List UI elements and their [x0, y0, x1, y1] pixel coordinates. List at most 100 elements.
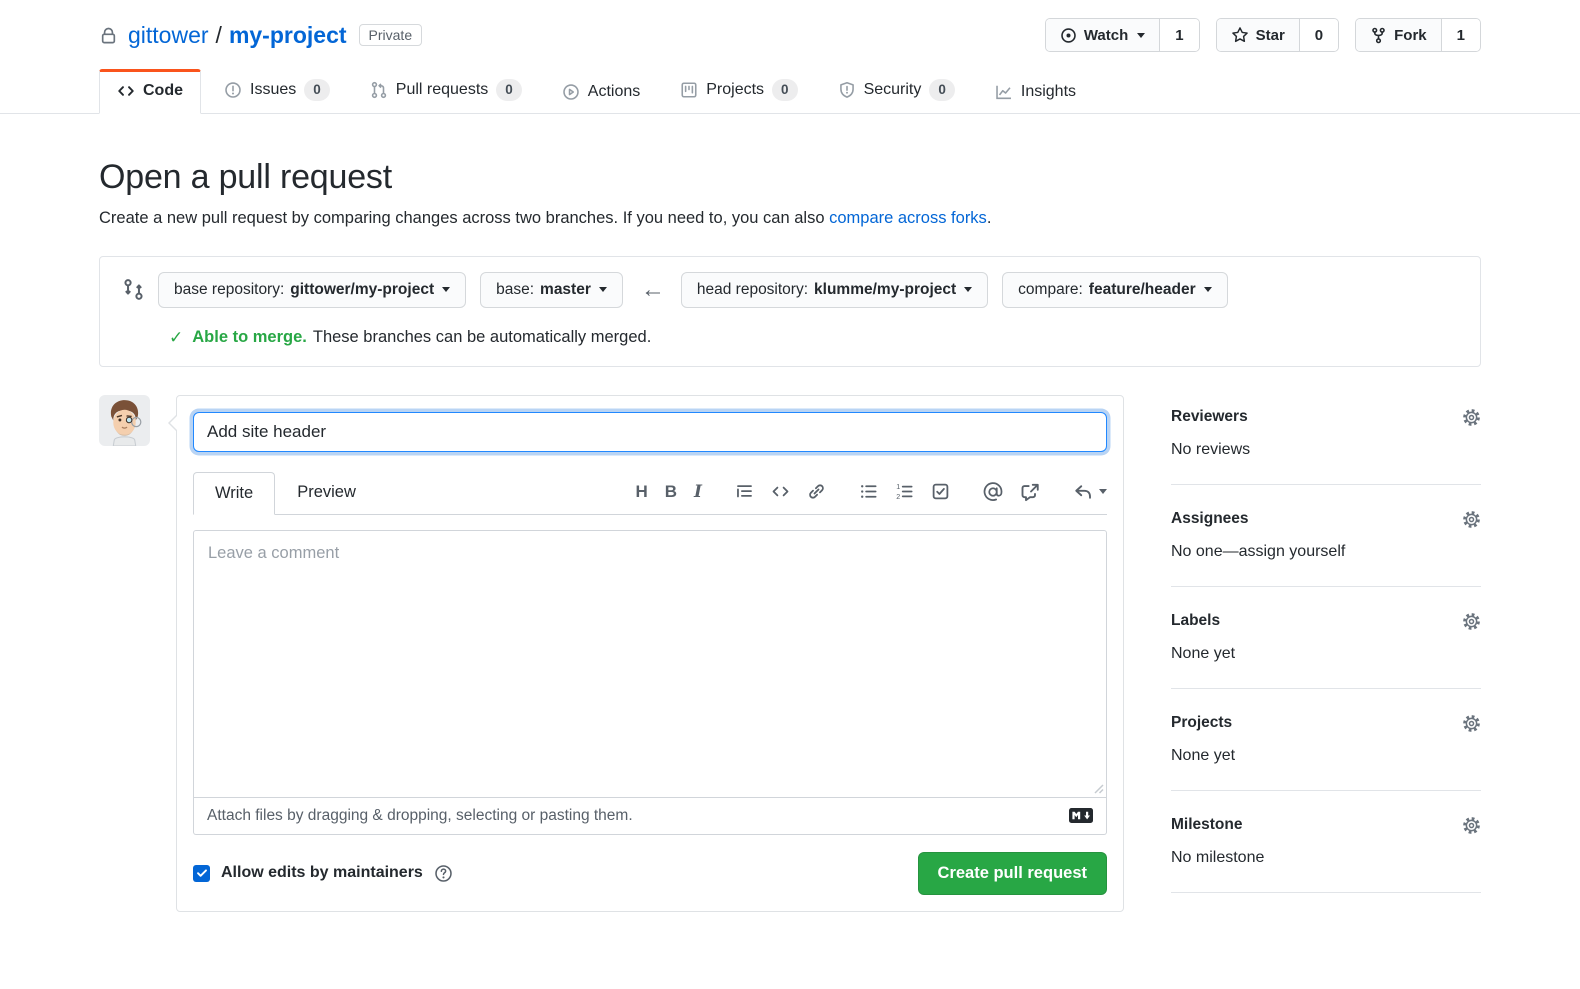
bold-icon[interactable]: B [665, 482, 677, 502]
create-pull-request-button[interactable]: Create pull request [918, 852, 1107, 895]
gear-icon[interactable] [1462, 816, 1481, 835]
link-icon[interactable] [807, 482, 826, 501]
reviewers-value: No reviews [1171, 441, 1481, 459]
new-pr-form: Write Preview H B I [99, 395, 1124, 912]
sidebar-section-labels: Labels None yet [1171, 587, 1481, 689]
heading-icon[interactable]: H [635, 482, 647, 502]
pull-request-icon [370, 81, 388, 99]
italic-icon[interactable]: I [694, 482, 702, 502]
star-count[interactable]: 0 [1299, 19, 1338, 51]
compare-across-forks-link[interactable]: compare across forks [829, 209, 987, 227]
caret-down-icon [1099, 489, 1107, 494]
head-repository-select[interactable]: head repository: klumme/my-project [681, 272, 988, 308]
base-repository-label: base repository: [174, 281, 284, 299]
tab-write[interactable]: Write [193, 472, 275, 515]
tab-label: Actions [588, 83, 640, 101]
page-description: Create a new pull request by comparing c… [99, 209, 1481, 228]
sidebar-section-milestone: Milestone No milestone [1171, 791, 1481, 893]
tab-pull-requests[interactable]: Pull requests 0 [353, 66, 539, 114]
labels-title: Labels [1171, 612, 1220, 630]
comment-editor [193, 530, 1107, 798]
compare-branch-label: compare: [1018, 281, 1083, 299]
tab-code[interactable]: Code [99, 69, 201, 114]
head-repository-value: klumme/my-project [814, 281, 956, 299]
fork-group: Fork 1 [1355, 18, 1481, 52]
gear-icon[interactable] [1462, 408, 1481, 427]
code-icon [117, 82, 135, 100]
issues-counter: 0 [304, 79, 330, 101]
tab-issues[interactable]: Issues 0 [207, 66, 347, 114]
repo-name-link[interactable]: my-project [229, 22, 347, 49]
ordered-list-icon[interactable]: 12 [895, 482, 914, 501]
tab-label: Projects [706, 81, 764, 99]
tab-projects[interactable]: Projects 0 [663, 66, 814, 114]
eye-icon [1060, 27, 1077, 44]
mention-icon[interactable] [983, 482, 1003, 502]
cross-reference-icon[interactable] [1020, 482, 1040, 502]
sidebar-section-projects: Projects None yet [1171, 689, 1481, 791]
reply-icon[interactable] [1073, 482, 1107, 502]
allow-edits-row: Allow edits by maintainers [193, 864, 453, 883]
comment-textarea[interactable] [193, 530, 1107, 798]
project-board-icon [680, 81, 698, 99]
base-branch-label: base: [496, 281, 534, 299]
milestone-value: No milestone [1171, 849, 1481, 867]
fork-button[interactable]: Fork [1356, 19, 1441, 51]
repo-actions: Watch 1 Star 0 [1045, 18, 1481, 52]
head-repository-label: head repository: [697, 281, 808, 299]
tab-preview[interactable]: Preview [275, 471, 378, 514]
compare-branch-select[interactable]: compare: feature/header [1002, 272, 1227, 308]
lock-icon [99, 26, 118, 45]
projects-title: Projects [1171, 714, 1232, 732]
play-circle-icon [562, 83, 580, 101]
fork-label: Fork [1394, 27, 1427, 44]
caret-down-icon [964, 287, 972, 292]
fork-count[interactable]: 1 [1441, 19, 1480, 51]
projects-counter: 0 [772, 79, 798, 101]
gear-icon[interactable] [1462, 510, 1481, 529]
description-period: . [987, 209, 992, 227]
task-list-icon[interactable] [931, 482, 950, 501]
watch-label: Watch [1084, 27, 1128, 44]
caret-down-icon [442, 287, 450, 292]
gear-icon[interactable] [1462, 612, 1481, 631]
repo-header: gittower / my-project Private Watch 1 [0, 0, 1580, 66]
tab-insights[interactable]: Insights [978, 70, 1093, 114]
repo-owner-link[interactable]: gittower [128, 22, 209, 49]
avatar[interactable] [99, 395, 150, 446]
base-repository-select[interactable]: base repository: gittower/my-project [158, 272, 466, 308]
shield-icon [838, 81, 856, 99]
unordered-list-icon[interactable] [859, 482, 878, 501]
quote-icon[interactable] [735, 482, 754, 501]
allow-edits-checkbox[interactable] [193, 865, 210, 882]
star-group: Star 0 [1216, 18, 1340, 52]
pr-title-input[interactable] [193, 412, 1107, 452]
assignees-value: No one—assign yourself [1171, 543, 1481, 561]
gear-icon[interactable] [1462, 714, 1481, 733]
pull-request-page: gittower / my-project Private Watch 1 [0, 0, 1580, 912]
tab-security[interactable]: Security 0 [821, 66, 972, 114]
repo-nav: Code Issues 0 Pull requests 0 A [0, 66, 1580, 114]
repo-title: gittower / my-project Private [99, 22, 422, 49]
pull-requests-counter: 0 [496, 79, 522, 101]
base-branch-select[interactable]: base: master [480, 272, 623, 308]
graph-icon [995, 83, 1013, 101]
star-button[interactable]: Star [1217, 19, 1299, 51]
issue-icon [224, 81, 242, 99]
watch-button[interactable]: Watch [1046, 19, 1159, 51]
sidebar-section-reviewers: Reviewers No reviews [1171, 395, 1481, 485]
watch-count[interactable]: 1 [1159, 19, 1198, 51]
base-branch-value: master [540, 281, 591, 299]
svg-text:2: 2 [896, 493, 900, 501]
projects-value: None yet [1171, 747, 1481, 765]
allow-edits-label[interactable]: Allow edits by maintainers [221, 864, 423, 882]
reviewers-title: Reviewers [1171, 408, 1248, 426]
attach-hint: Attach files by dragging & dropping, sel… [207, 807, 633, 825]
help-icon[interactable] [434, 864, 453, 883]
attach-files-bar[interactable]: Attach files by dragging & dropping, sel… [193, 797, 1107, 835]
description-text: Create a new pull request by comparing c… [99, 209, 829, 227]
git-compare-icon [122, 278, 145, 301]
star-icon [1231, 26, 1249, 44]
tab-actions[interactable]: Actions [545, 70, 657, 114]
code-icon[interactable] [771, 482, 790, 501]
